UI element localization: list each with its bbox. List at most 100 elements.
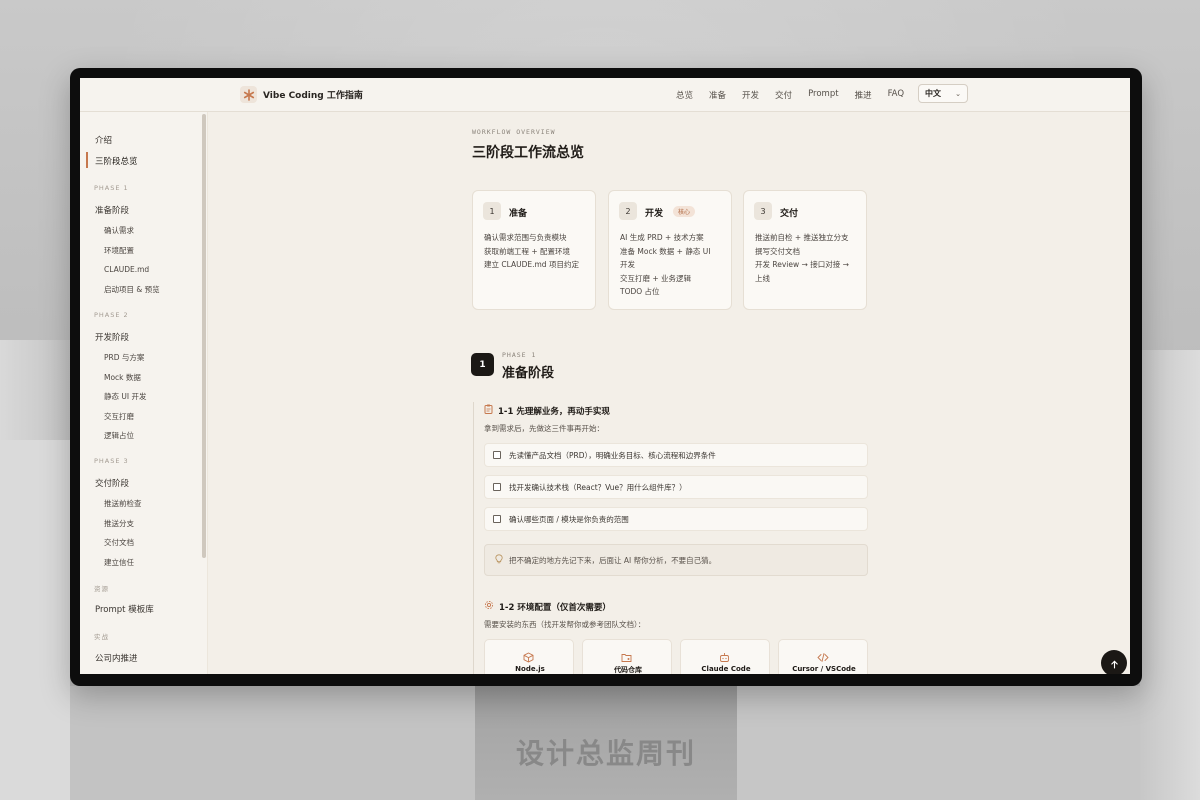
sidebar-item-intro[interactable]: 介绍 — [95, 134, 112, 146]
card-line: TODO 占位 — [620, 287, 660, 296]
checklist-item[interactable]: 先读懂产品文档（PRD），明确业务目标、核心流程和边界条件 — [484, 443, 868, 467]
checklist-item[interactable]: 找开发确认技术栈（React？Vue？用什么组件库？） — [484, 475, 868, 499]
tool-card-editor[interactable]: Cursor / VSCode — [778, 639, 868, 674]
back-to-top-button[interactable] — [1101, 650, 1127, 674]
sidebar-item-phase2[interactable]: 开发阶段 — [95, 331, 129, 343]
card-lines: AI 生成 PRD + 技术方案 准备 Mock 数据 + 静态 UI 开发 交… — [620, 231, 724, 299]
sidebar-subitem[interactable]: 环境配置 — [104, 245, 134, 256]
phase-title: 准备阶段 — [502, 366, 555, 381]
tool-card-nodejs[interactable]: Node.js — [484, 639, 574, 674]
nav-advance[interactable]: 推进 — [855, 89, 872, 101]
brand[interactable]: Vibe Coding 工作指南 — [240, 86, 363, 103]
tool-label: 代码仓库 — [614, 666, 642, 674]
card-line: 准备 Mock 数据 + 静态 UI — [620, 246, 711, 256]
section-divider — [473, 598, 474, 674]
language-value: 中文 — [925, 89, 941, 98]
card-line: 交互打磨 + 业务逻辑 — [620, 273, 692, 283]
sidebar-subitem[interactable]: CLAUDE.md — [104, 265, 149, 274]
checklist-label: 找开发确认技术栈（React？Vue？用什么组件库？） — [509, 482, 687, 492]
nav-deliver[interactable]: 交付 — [775, 89, 792, 101]
sidebar: 介绍 三阶段总览 PHASE 1 准备阶段 确认需求 环境配置 CLAUDE.m… — [80, 112, 208, 674]
checklist-item[interactable]: 确认哪些页面 / 模块是你负责的范围 — [484, 507, 868, 531]
phase-card-develop[interactable]: 2 开发 核心 AI 生成 PRD + 技术方案 准备 Mock 数据 + 静态… — [608, 190, 732, 310]
card-line: 确认需求范围与负责模块 — [484, 233, 567, 242]
tip-box: 把不确定的地方先记下来，后面让 AI 帮你分析，不要自己猜。 — [484, 544, 868, 576]
monitor: Vibe Coding 工作指南 总览 准备 开发 交付 Prompt 推进 F… — [70, 68, 1142, 686]
phase-eyebrow: PHASE 1 — [502, 351, 537, 359]
card-number: 2 — [619, 202, 637, 220]
checkbox[interactable] — [493, 483, 501, 491]
tool-label: Cursor / VSCode — [792, 665, 856, 673]
tip-text: 把不确定的地方先记下来，后面让 AI 帮你分析，不要自己猜。 — [509, 555, 717, 565]
phase-card-deliver[interactable]: 3 交付 推送前自检 + 推送独立分支 撰写交付文档 开发 Review → 接… — [743, 190, 867, 310]
nav-prepare[interactable]: 准备 — [709, 89, 726, 101]
sidebar-active-indicator — [86, 152, 88, 168]
sidebar-item-company-advance[interactable]: 公司内推进 — [95, 652, 138, 664]
sidebar-subitem[interactable]: Mock 数据 — [104, 372, 141, 383]
section-subtitle: 拿到需求后，先做这三件事再开始： — [484, 424, 604, 433]
section-title: 1-1 先理解业务，再动手实现 — [484, 404, 610, 417]
top-nav-links: 总览 准备 开发 交付 Prompt 推进 FAQ — [676, 89, 904, 101]
sidebar-subitem[interactable]: 推送前检查 — [104, 498, 142, 509]
nav-faq[interactable]: FAQ — [888, 89, 904, 101]
stand-watermark: 设计总监周刊 — [515, 737, 696, 770]
sidebar-item-prompt-library[interactable]: Prompt 模板库 — [95, 603, 154, 615]
phase-number-badge: 1 — [471, 353, 494, 376]
card-line: AI 生成 PRD + 技术方案 — [620, 233, 704, 242]
phase-card-prepare[interactable]: 1 准备 确认需求范围与负责模块 获取前端工程 + 配置环境 建立 CLAUDE… — [472, 190, 596, 310]
card-line: 推送前自检 + 推送独立分支 — [755, 233, 849, 242]
tool-card-claude-code[interactable]: Claude Code — [680, 639, 770, 674]
card-title: 开发 — [645, 209, 664, 219]
sidebar-subitem[interactable]: 交互打磨 — [104, 411, 134, 422]
tool-label: Claude Code — [701, 665, 751, 673]
card-line: 撰写交付文档 — [755, 246, 800, 256]
background-block-right — [1140, 350, 1200, 800]
sidebar-item-overview[interactable]: 三阶段总览 — [95, 155, 138, 167]
nav-develop[interactable]: 开发 — [742, 89, 759, 101]
sidebar-subitem[interactable]: 启动项目 & 预览 — [104, 284, 160, 295]
section-title-text: 1-2 环境配置（仅首次需要） — [499, 602, 611, 613]
sidebar-subitem[interactable]: PRD 与方案 — [104, 352, 144, 363]
sidebar-group-phase3: PHASE 3 — [94, 457, 129, 465]
section-title-text: 1-1 先理解业务，再动手实现 — [498, 406, 610, 417]
sidebar-subitem[interactable]: 确认需求 — [104, 225, 134, 236]
sidebar-subitem[interactable]: 建立信任 — [104, 557, 134, 568]
language-select[interactable]: 中文 ⌄ — [918, 84, 968, 103]
app-title: Vibe Coding 工作指南 — [263, 91, 363, 101]
tool-card-repo[interactable]: 代码仓库 — [582, 639, 672, 674]
sidebar-subitem[interactable]: 交付文档 — [104, 537, 134, 548]
card-lines: 推送前自检 + 推送独立分支 撰写交付文档 开发 Review → 接口对接 →… — [755, 231, 859, 285]
clipboard-icon — [484, 404, 493, 417]
background-block-left-front — [0, 440, 70, 800]
section-title: 1-2 环境配置（仅首次需要） — [484, 600, 611, 613]
card-line: 建立 CLAUDE.md 项目约定 — [484, 260, 579, 269]
sidebar-group-phase2: PHASE 2 — [94, 311, 129, 319]
page-title: 三阶段工作流总览 — [472, 145, 584, 161]
asterisk-logo-icon — [240, 86, 257, 103]
sidebar-item-phase3[interactable]: 交付阶段 — [95, 477, 129, 489]
card-title: 准备 — [509, 209, 528, 219]
card-number: 3 — [754, 202, 772, 220]
checkbox[interactable] — [493, 451, 501, 459]
top-navbar: Vibe Coding 工作指南 总览 准备 开发 交付 Prompt 推进 F… — [80, 78, 1130, 112]
sidebar-subitem[interactable]: 逻辑占位 — [104, 430, 134, 441]
card-line: 开发 Review → 接口对接 → — [755, 260, 849, 269]
checklist-label: 确认哪些页面 / 模块是你负责的范围 — [509, 514, 629, 524]
tool-label: Node.js — [515, 665, 545, 673]
sidebar-scrollbar[interactable] — [202, 114, 206, 558]
background-floor-left — [70, 686, 475, 800]
screen: Vibe Coding 工作指南 总览 准备 开发 交付 Prompt 推进 F… — [80, 78, 1130, 674]
background-floor-right — [737, 686, 1140, 800]
card-title: 交付 — [780, 209, 799, 219]
core-badge: 核心 — [673, 206, 696, 217]
card-line: 上线 — [755, 273, 770, 283]
sidebar-subitem[interactable]: 静态 UI 开发 — [104, 391, 146, 402]
nav-overview[interactable]: 总览 — [676, 89, 693, 101]
sidebar-group-practice: 实战 — [94, 633, 109, 641]
sidebar-item-phase1[interactable]: 准备阶段 — [95, 204, 129, 216]
sidebar-subitem[interactable]: 推送分支 — [104, 518, 134, 529]
checkbox[interactable] — [493, 515, 501, 523]
chevron-down-icon: ⌄ — [955, 89, 961, 98]
card-line: 开发 — [620, 260, 635, 269]
nav-prompt[interactable]: Prompt — [808, 89, 839, 101]
